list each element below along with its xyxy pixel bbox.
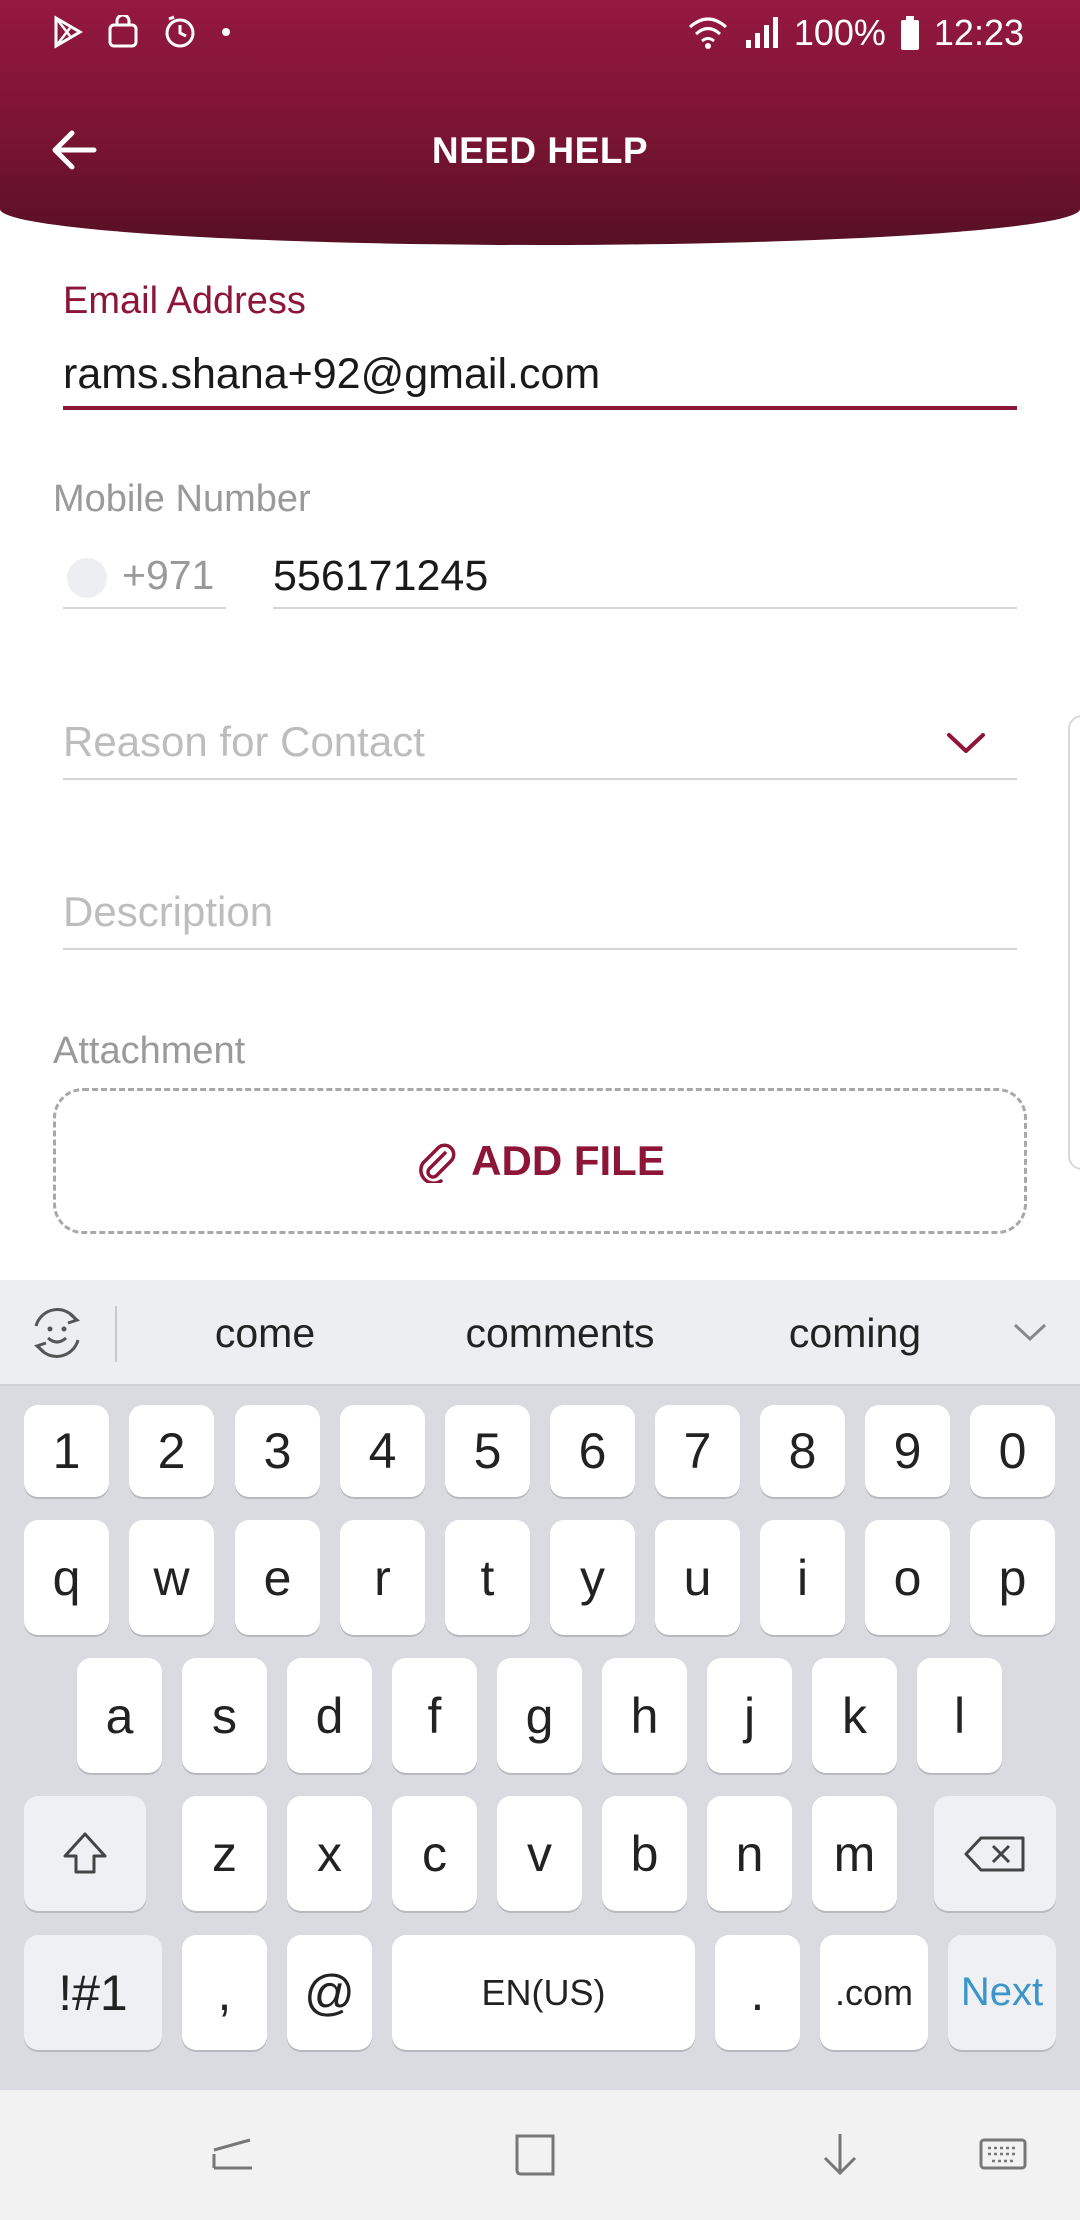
key-i[interactable]: i	[760, 1520, 845, 1635]
key-b[interactable]: b	[602, 1796, 687, 1911]
suggestion-2[interactable]: comments	[420, 1310, 700, 1357]
shopping-bag-icon	[106, 15, 140, 49]
key-w[interactable]: w	[129, 1520, 214, 1635]
key-6[interactable]: 6	[550, 1405, 635, 1497]
status-bar: 100% 12:23	[0, 0, 1080, 70]
key-v[interactable]: v	[497, 1796, 582, 1911]
key-f[interactable]: f	[392, 1658, 477, 1773]
key-8[interactable]: 8	[760, 1405, 845, 1497]
add-file-label: ADD FILE	[471, 1137, 665, 1184]
dotcom-key[interactable]: .com	[820, 1935, 928, 2050]
key-2[interactable]: 2	[129, 1405, 214, 1497]
clock-time: 12:23	[933, 12, 1024, 53]
period-key[interactable]: .	[715, 1935, 800, 2050]
reason-for-contact-dropdown[interactable]: Reason for Contact	[63, 718, 425, 766]
app-header: 100% 12:23 NEED HELP	[0, 0, 1080, 245]
space-key[interactable]: EN(US)	[392, 1935, 695, 2050]
key-0[interactable]: 0	[970, 1405, 1055, 1497]
key-7[interactable]: 7	[655, 1405, 740, 1497]
key-h[interactable]: h	[602, 1658, 687, 1773]
need-help-screen: 100% 12:23 NEED HELP Email Address rams.…	[0, 0, 1080, 2220]
key-n[interactable]: n	[707, 1796, 792, 1911]
suggestion-1[interactable]: come	[200, 1310, 330, 1357]
next-key[interactable]: Next	[948, 1935, 1056, 2050]
suggestion-bar: come comments coming	[0, 1280, 1080, 1386]
key-t[interactable]: t	[445, 1520, 530, 1635]
backspace-key[interactable]	[934, 1796, 1056, 1911]
country-code-underline	[63, 607, 226, 609]
add-file-button[interactable]: ADD FILE	[53, 1088, 1027, 1234]
key-m[interactable]: m	[812, 1796, 897, 1911]
country-code-selector[interactable]: +971	[122, 552, 214, 599]
clock-icon	[162, 14, 198, 50]
page-title: NEED HELP	[431, 130, 649, 171]
key-k[interactable]: k	[812, 1658, 897, 1773]
attachment-label: Attachment	[53, 1030, 246, 1072]
country-flag-icon[interactable]	[67, 558, 107, 598]
at-key[interactable]: @	[287, 1935, 372, 2050]
home-icon[interactable]	[511, 2130, 561, 2180]
key-p[interactable]: p	[970, 1520, 1055, 1635]
key-e[interactable]: e	[235, 1520, 320, 1635]
email-field[interactable]: rams.shana+92@gmail.com	[63, 350, 600, 399]
emoji-mode-icon[interactable]	[26, 1302, 88, 1364]
status-left-icons	[52, 14, 232, 50]
email-underline	[63, 406, 1017, 410]
battery-icon	[900, 15, 920, 51]
key-x[interactable]: x	[287, 1796, 372, 1911]
suggestion-divider	[115, 1306, 117, 1362]
key-3[interactable]: 3	[235, 1405, 320, 1497]
shift-key[interactable]	[24, 1796, 146, 1911]
key-5[interactable]: 5	[445, 1405, 530, 1497]
key-l[interactable]: l	[917, 1658, 1002, 1773]
dot-icon	[220, 26, 232, 38]
description-field[interactable]: Description	[63, 888, 273, 936]
keyboard-switch-icon[interactable]	[978, 2130, 1028, 2180]
key-4[interactable]: 4	[340, 1405, 425, 1497]
backspace-icon	[964, 1836, 1025, 1871]
hide-keyboard-icon[interactable]	[815, 2130, 865, 2180]
battery-percent: 100%	[793, 12, 886, 53]
edge-panel-handle[interactable]	[1068, 715, 1080, 1170]
key-c[interactable]: c	[392, 1796, 477, 1911]
status-right: 100% 12:23	[686, 12, 1024, 54]
email-label: Email Address	[63, 280, 306, 322]
symbols-key[interactable]: !#1	[24, 1935, 162, 2050]
chevron-down-icon[interactable]	[1012, 1320, 1048, 1344]
comma-key[interactable]: ,	[182, 1935, 267, 2050]
key-j[interactable]: j	[707, 1658, 792, 1773]
key-u[interactable]: u	[655, 1520, 740, 1635]
key-z[interactable]: z	[182, 1796, 267, 1911]
mobile-number-field[interactable]: 556171245	[273, 552, 488, 601]
key-q[interactable]: q	[24, 1520, 109, 1635]
key-9[interactable]: 9	[865, 1405, 950, 1497]
soft-keyboard: come comments coming 1 2 3 4 5 6 7 8 9 0…	[0, 1280, 1080, 2090]
reason-underline	[63, 778, 1017, 780]
key-d[interactable]: d	[287, 1658, 372, 1773]
suggestion-3[interactable]: coming	[760, 1310, 950, 1357]
system-nav-bar	[0, 2090, 1080, 2220]
key-o[interactable]: o	[865, 1520, 950, 1635]
chevron-down-icon[interactable]	[945, 727, 987, 759]
mobile-label: Mobile Number	[53, 478, 311, 520]
key-s[interactable]: s	[182, 1658, 267, 1773]
shift-icon	[63, 1832, 107, 1873]
wifi-icon	[686, 15, 730, 51]
play-store-icon	[52, 15, 84, 49]
key-a[interactable]: a	[77, 1658, 162, 1773]
description-underline	[63, 948, 1017, 950]
recents-icon[interactable]	[208, 2130, 258, 2180]
key-g[interactable]: g	[497, 1658, 582, 1773]
key-r[interactable]: r	[340, 1520, 425, 1635]
key-1[interactable]: 1	[24, 1405, 109, 1497]
paperclip-icon	[415, 1139, 457, 1185]
mobile-underline	[273, 607, 1017, 609]
key-y[interactable]: y	[550, 1520, 635, 1635]
signal-icon	[744, 16, 780, 50]
